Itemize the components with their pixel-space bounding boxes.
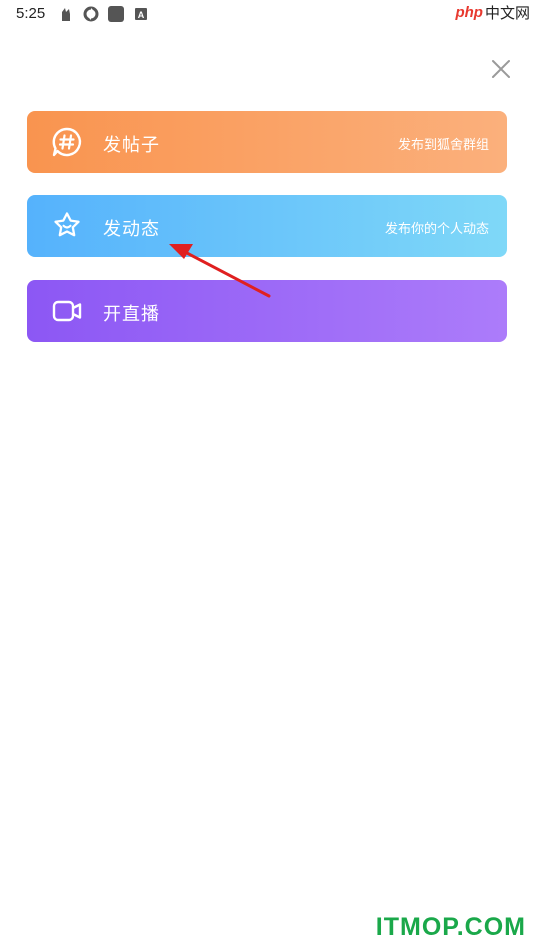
app-notification-icon xyxy=(58,6,74,22)
status-time: 5:25 xyxy=(16,5,46,22)
sync-icon xyxy=(83,6,99,22)
status-bar: 5:25 A php 中文网 xyxy=(0,0,534,30)
close-icon xyxy=(492,60,510,78)
close-button[interactable] xyxy=(488,56,514,82)
a-app-icon: A xyxy=(133,6,149,22)
live-button[interactable]: 开直播 xyxy=(27,280,507,342)
hashtag-chat-icon xyxy=(51,126,83,158)
watermark-cn: 中文网 xyxy=(484,4,530,22)
watermark-bottom: ITMOP.COM xyxy=(375,913,526,941)
watermark-top: php 中文网 xyxy=(455,0,534,24)
status-icons: A xyxy=(58,6,149,22)
moment-subtitle: 发布你的个人动态 xyxy=(384,221,489,236)
live-title: 开直播 xyxy=(103,304,160,324)
post-title: 发帖子 xyxy=(103,135,160,155)
square-app-icon xyxy=(108,6,124,22)
watermark-php: php xyxy=(455,3,483,21)
post-subtitle: 发布到狐舍群组 xyxy=(397,137,489,152)
moment-title: 发动态 xyxy=(103,219,160,239)
moment-button[interactable]: 发动态 发布你的个人动态 xyxy=(27,195,507,257)
post-button[interactable]: 发帖子 发布到狐舍群组 xyxy=(27,111,507,173)
star-smile-icon xyxy=(51,210,83,242)
video-camera-icon xyxy=(51,295,83,327)
svg-text:A: A xyxy=(138,10,145,20)
